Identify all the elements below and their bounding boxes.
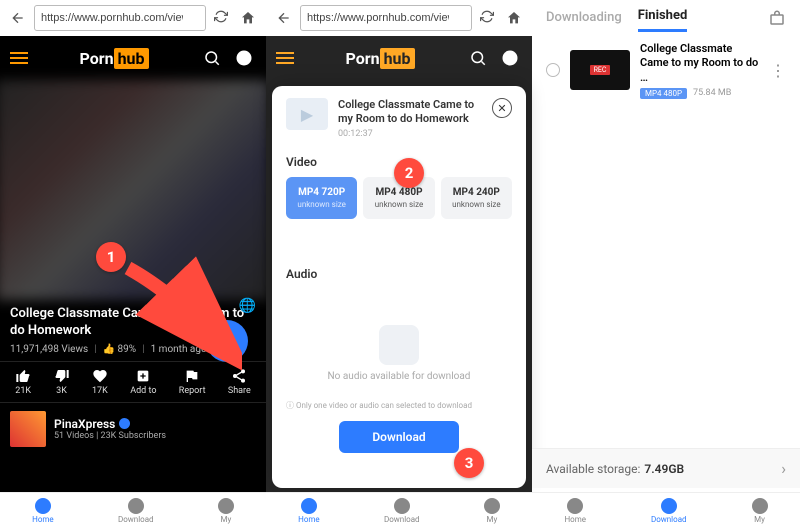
nav-home[interactable]: Home xyxy=(564,498,586,524)
toolbox-icon[interactable] xyxy=(768,9,786,31)
channel-name[interactable]: PinaXpress xyxy=(54,417,166,431)
nav-download[interactable]: Download xyxy=(118,498,154,524)
site-logo: Pornhub xyxy=(302,49,458,68)
verified-icon xyxy=(119,418,130,429)
kebab-icon[interactable]: ⋮ xyxy=(770,61,786,80)
select-radio[interactable] xyxy=(546,63,560,77)
download-sheet: ▶ College Classmate Came to my Room to d… xyxy=(272,86,526,488)
search-icon[interactable] xyxy=(466,46,490,70)
sheet-title: College Classmate Came to my Room to do … xyxy=(338,98,482,127)
site-logo: Pornhub xyxy=(36,49,192,68)
nav-home[interactable]: Home xyxy=(32,498,54,524)
fav-action[interactable]: 17K xyxy=(92,368,108,396)
download-title: College Classmate Came to my Room to do … xyxy=(640,42,760,85)
url-input[interactable] xyxy=(300,5,472,31)
channel-avatar[interactable] xyxy=(10,411,46,447)
tab-finished[interactable]: Finished xyxy=(638,8,688,32)
audio-section-label: Audio xyxy=(286,267,512,281)
dislike-action[interactable]: 3K xyxy=(54,368,70,396)
quality-option-720p[interactable]: MP4 720Punknown size xyxy=(286,177,357,219)
home-icon[interactable] xyxy=(502,6,526,30)
tab-downloading[interactable]: Downloading xyxy=(546,10,622,31)
hamburger-icon[interactable] xyxy=(10,52,28,64)
profile-icon[interactable] xyxy=(498,46,522,70)
back-arrow-icon[interactable] xyxy=(6,6,30,30)
chevron-right-icon: › xyxy=(781,459,786,478)
reload-icon[interactable] xyxy=(214,9,228,28)
callout-3: 3 xyxy=(454,448,484,478)
nav-download[interactable]: Download xyxy=(384,498,420,524)
download-thumbnail: REC xyxy=(570,50,630,90)
hint-text: ⓘ Only one video or audio can selected t… xyxy=(286,400,512,411)
download-button[interactable]: Download xyxy=(339,421,459,453)
format-badge: MP4 480P xyxy=(640,88,687,99)
channel-sub: 51 Videos | 23K Subscribers xyxy=(54,431,166,441)
sheet-thumbnail-icon: ▶ xyxy=(286,98,328,130)
callout-1: 1 xyxy=(96,242,126,272)
url-input[interactable] xyxy=(34,5,206,31)
search-icon[interactable] xyxy=(200,46,224,70)
noaudio-text: No audio available for download xyxy=(328,371,471,382)
nav-my[interactable]: My xyxy=(752,498,768,524)
like-action[interactable]: 21K xyxy=(15,368,31,396)
nav-home[interactable]: Home xyxy=(298,498,320,524)
nav-my[interactable]: My xyxy=(484,498,500,524)
storage-bar[interactable]: Available storage:7.49GB › xyxy=(532,448,800,488)
back-arrow-icon[interactable] xyxy=(272,6,296,30)
nav-download[interactable]: Download xyxy=(651,498,687,524)
quality-option-240p[interactable]: MP4 240Punknown size xyxy=(441,177,512,219)
download-item[interactable]: REC College Classmate Came to my Room to… xyxy=(532,32,800,109)
sheet-duration: 00:12:37 xyxy=(338,129,482,139)
callout-2: 2 xyxy=(394,158,424,188)
close-icon[interactable]: ✕ xyxy=(492,98,512,118)
reload-icon[interactable] xyxy=(480,9,494,28)
profile-icon[interactable] xyxy=(232,46,256,70)
hamburger-icon[interactable] xyxy=(276,52,294,64)
noaudio-icon xyxy=(379,325,419,365)
nav-my[interactable]: My xyxy=(218,498,234,524)
file-size: 75.84 MB xyxy=(693,88,731,98)
home-icon[interactable] xyxy=(236,6,260,30)
